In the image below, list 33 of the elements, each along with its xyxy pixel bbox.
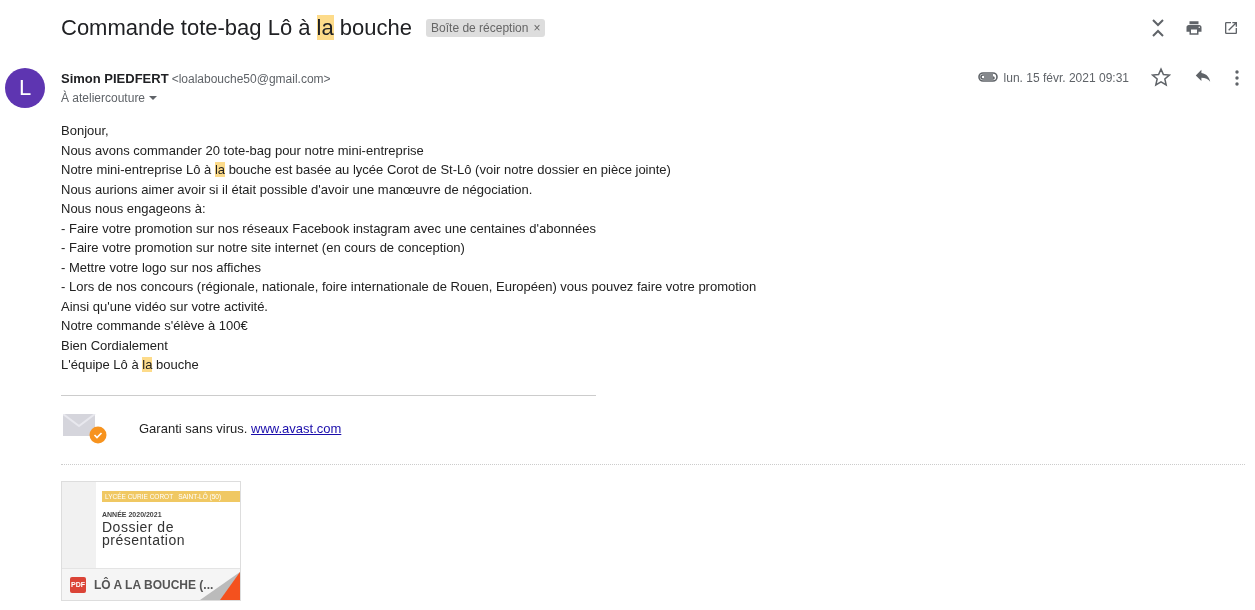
signature-text: Garanti sans virus. www.avast.com	[138, 421, 342, 436]
body-line: - Lors de nos concours (régionale, nationale, foire internationale de Rouen, Européen) vous pouvez faire votre promotion	[61, 278, 758, 296]
collapse-icon[interactable]	[1151, 19, 1165, 37]
sender-name: Simon PIEDFERT	[61, 71, 169, 86]
body-line: - Faire votre promotion sur notre site internet (en cours de conception)	[61, 239, 466, 257]
avast-link[interactable]: www.avast.com	[251, 421, 342, 436]
sender-avatar: L	[5, 68, 45, 108]
more-options-icon[interactable]	[1235, 70, 1239, 86]
preview-title: Dossier de présentation	[102, 520, 187, 547]
body-line: Notre mini-entreprise Lô à la bouche est basée au lycée Corot de St-Lô (voir notre dossier en pièce jointe)	[61, 161, 672, 179]
body-line: Nous nous engageons à:	[61, 200, 207, 218]
body-line: Bonjour,	[61, 122, 110, 140]
body-line: L'équipe Lô à la bouche	[61, 356, 200, 374]
remove-label-button[interactable]: ×	[533, 21, 541, 35]
body-line: Ainsi qu'une vidéo sur votre activité.	[61, 297, 269, 316]
email-subject: Commande tote-bag Lô à la bouche	[61, 15, 413, 41]
attachment-name: LÔ A LA BOUCHE (...	[94, 577, 214, 592]
body-line: - Faire votre promotion sur nos réseaux Facebook instagram avec une centaines d'abonnées	[61, 219, 598, 238]
recipient-dropdown[interactable]: À ateliercouture	[61, 91, 331, 105]
star-icon[interactable]	[1151, 66, 1171, 87]
body-line: Notre commande s'élève à 100€	[61, 317, 249, 335]
body-line: Nous avons commander 20 tote-bag pour notre mini-entreprise	[61, 141, 425, 160]
body-line: - Mettre votre logo sur nos affiches	[61, 258, 262, 277]
sender-email: <loalabouche50@gmail.com>	[171, 72, 331, 86]
envelope-check-icon	[63, 413, 107, 444]
inbox-label: Boîte de réception ×	[426, 19, 546, 37]
open-in-new-window-icon[interactable]	[1223, 20, 1239, 36]
body-line: Nous aurions aimer avoir si il était possible d'avoir une manœuvre de négociation.	[61, 180, 534, 199]
caret-icon	[149, 96, 158, 100]
body-line: Bien Cordialement	[61, 336, 169, 355]
print-icon[interactable]	[1185, 19, 1203, 37]
email-date: lun. 15 févr. 2021 09:31	[1003, 71, 1129, 85]
folded-corner-icon	[200, 571, 240, 600]
